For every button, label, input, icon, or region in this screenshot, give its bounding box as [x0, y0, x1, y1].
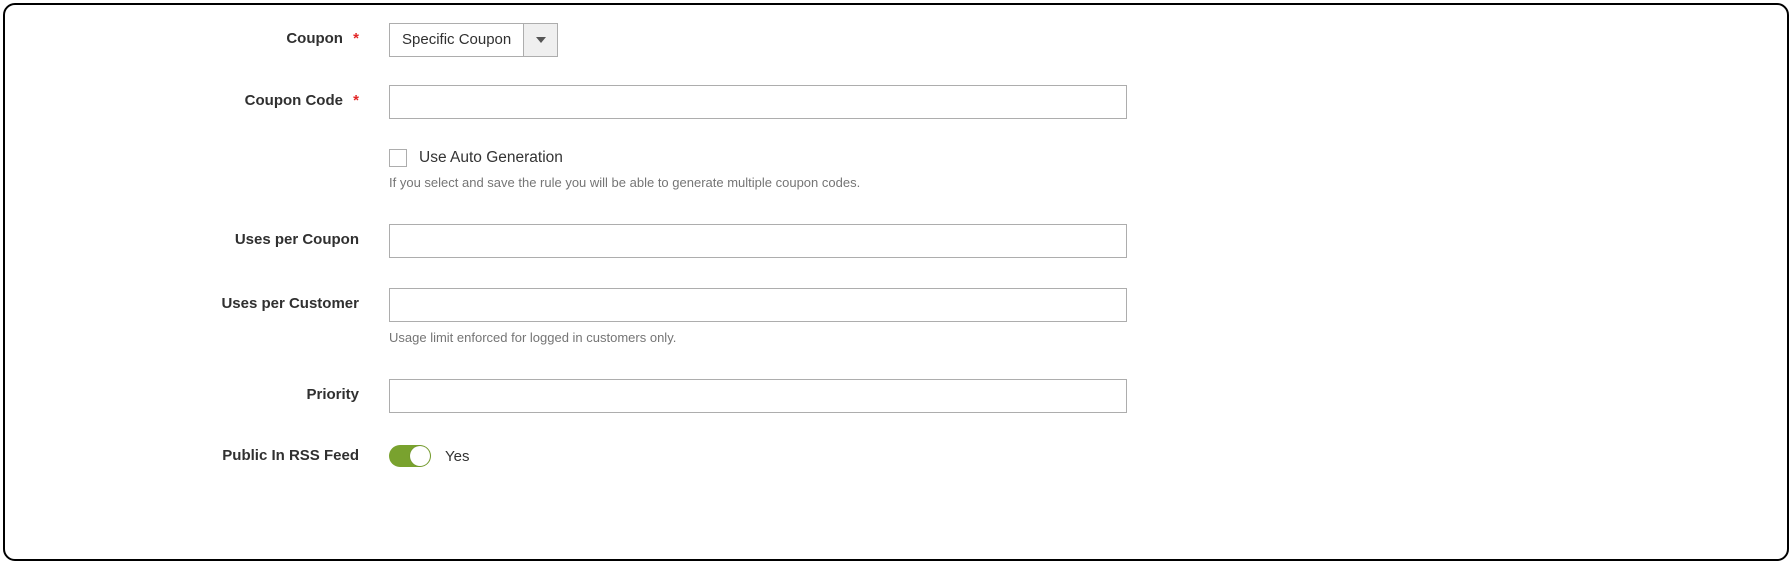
coupon-code-input[interactable]: [389, 85, 1127, 119]
row-uses-per-coupon: Uses per Coupon: [5, 224, 1787, 258]
label-coupon: Coupon *: [5, 23, 389, 47]
required-mark: *: [353, 30, 359, 47]
auto-generation-checkbox[interactable]: [389, 149, 407, 167]
chevron-down-icon: [536, 37, 546, 43]
row-coupon: Coupon * Specific Coupon: [5, 23, 1787, 57]
coupon-select[interactable]: Specific Coupon: [389, 23, 558, 57]
form-panel: Coupon * Specific Coupon Coupon Code *: [3, 3, 1789, 561]
rss-toggle-value: Yes: [445, 448, 469, 465]
label-coupon-code-text: Coupon Code: [245, 92, 343, 109]
rss-toggle[interactable]: [389, 445, 431, 467]
coupon-select-toggle[interactable]: [523, 24, 557, 56]
label-coupon-text: Coupon: [286, 30, 343, 47]
uses-per-customer-input[interactable]: [389, 288, 1127, 322]
label-priority: Priority: [5, 379, 389, 403]
row-auto-generation: Use Auto Generation If you select and sa…: [5, 149, 1787, 190]
coupon-select-value: Specific Coupon: [390, 24, 523, 56]
row-priority: Priority: [5, 379, 1787, 413]
row-coupon-code: Coupon Code *: [5, 85, 1787, 119]
label-empty: [5, 149, 389, 156]
label-coupon-code: Coupon Code *: [5, 85, 389, 109]
row-rss: Public In RSS Feed Yes: [5, 445, 1787, 467]
required-mark: *: [353, 92, 359, 109]
label-rss: Public In RSS Feed: [5, 445, 389, 464]
uses-per-coupon-input[interactable]: [389, 224, 1127, 258]
label-uses-per-customer: Uses per Customer: [5, 288, 389, 312]
priority-input[interactable]: [389, 379, 1127, 413]
auto-generation-label: Use Auto Generation: [419, 149, 563, 167]
uses-per-customer-helper: Usage limit enforced for logged in custo…: [389, 330, 1127, 345]
label-uses-per-coupon: Uses per Coupon: [5, 224, 389, 248]
auto-generation-helper: If you select and save the rule you will…: [389, 175, 860, 190]
toggle-knob: [410, 446, 430, 466]
row-uses-per-customer: Uses per Customer Usage limit enforced f…: [5, 288, 1787, 345]
